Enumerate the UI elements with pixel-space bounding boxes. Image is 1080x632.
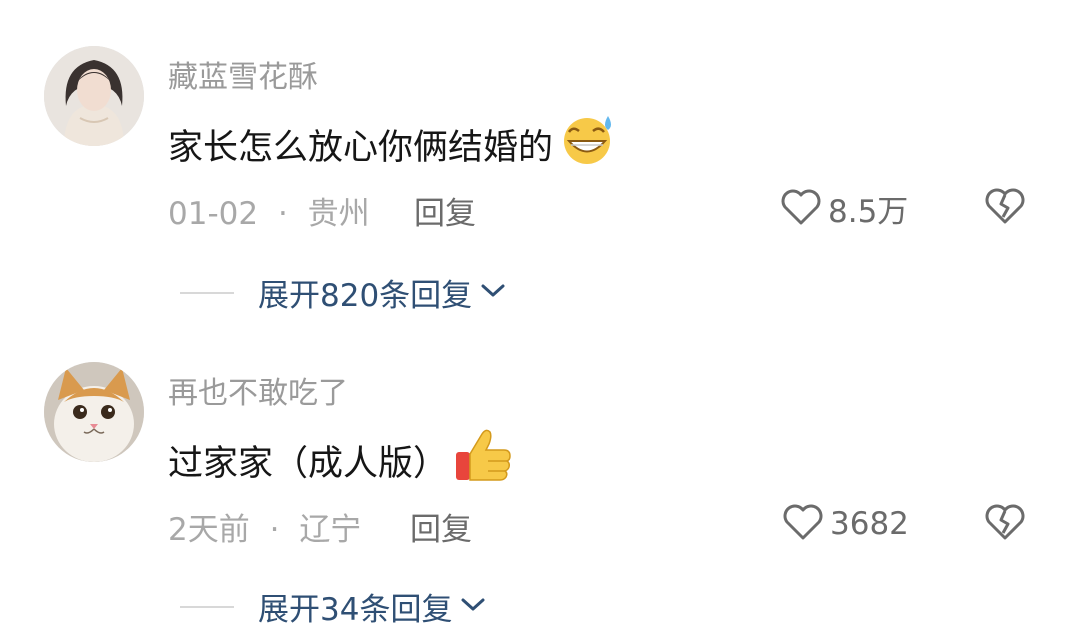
dislike-button[interactable] <box>984 186 1026 230</box>
chevron-down-icon <box>460 596 486 618</box>
expand-replies-label: 展开820条回复 <box>258 278 473 314</box>
divider-line <box>180 291 234 294</box>
comment-text: 过家家（成人版） <box>168 444 449 484</box>
like-count: 8.5万 <box>828 194 909 230</box>
comment-username[interactable]: 藏蓝雪花酥 <box>168 52 318 96</box>
expand-replies-button[interactable]: 展开820条回复 <box>180 270 506 315</box>
like-button[interactable]: 3682 <box>782 502 909 546</box>
comment-text: 家长怎么放心你俩结婚的 <box>168 128 554 168</box>
avatar[interactable] <box>44 46 144 146</box>
like-count: 3682 <box>830 506 909 542</box>
comment-meta: 01-02 · 贵州 <box>168 188 370 233</box>
comment-location: 辽宁 <box>299 512 362 548</box>
reply-button[interactable]: 回复 <box>414 188 476 233</box>
like-button[interactable]: 8.5万 <box>780 186 908 231</box>
broken-heart-icon <box>984 188 1026 230</box>
comment-meta: 2天前 · 辽宁 <box>168 504 361 549</box>
heart-icon <box>782 502 824 546</box>
expand-replies-label: 展开34条回复 <box>258 592 453 628</box>
avatar[interactable] <box>44 362 144 462</box>
comment-text-row: 过家家（成人版） <box>168 428 514 493</box>
comment-list: 藏蓝雪花酥 家长怎么放心你俩结婚的 01-02 · 贵州 回复 8.5万 展开8… <box>0 0 1080 632</box>
expand-replies-button[interactable]: 展开34条回复 <box>180 584 486 629</box>
comment-username[interactable]: 再也不敢吃了 <box>168 368 348 412</box>
thumbs-up-emoji-icon <box>452 428 514 493</box>
comment-date: 2天前 <box>168 512 250 548</box>
meta-separator: · <box>277 196 288 232</box>
heart-icon <box>780 187 822 231</box>
meta-separator: · <box>269 512 280 548</box>
grinning-sweat-emoji-icon <box>557 114 617 175</box>
comment-location: 贵州 <box>307 196 370 232</box>
comment-text-row: 家长怎么放心你俩结婚的 <box>168 114 617 175</box>
divider-line <box>180 605 234 608</box>
chevron-down-icon <box>480 282 506 304</box>
reply-button[interactable]: 回复 <box>410 504 472 549</box>
broken-heart-icon <box>984 504 1026 546</box>
comment-date: 01-02 <box>168 196 259 232</box>
dislike-button[interactable] <box>984 502 1026 546</box>
